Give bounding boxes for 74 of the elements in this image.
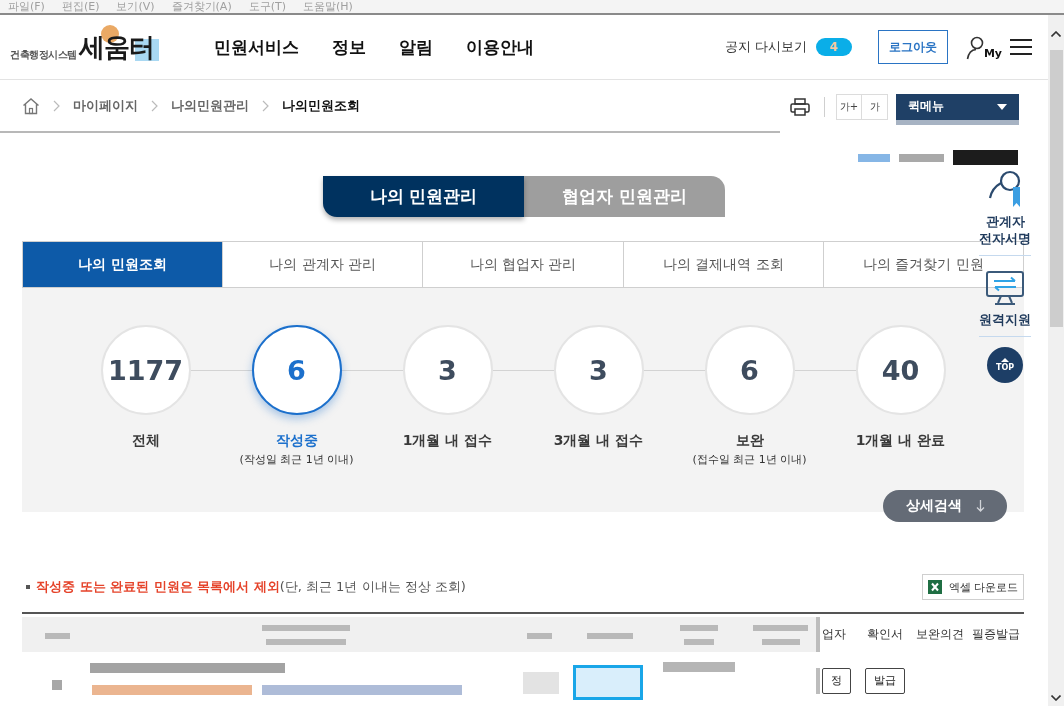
user-icon — [965, 36, 984, 60]
row-button[interactable]: 정 — [822, 667, 851, 694]
pixelated-text — [684, 639, 714, 645]
stat-label: 3개월 내 접수 — [553, 431, 644, 449]
redacted-block — [573, 665, 643, 700]
notice-count-badge: 4 — [815, 38, 852, 56]
pixelated-text — [680, 625, 718, 631]
logo-text[interactable]: 세움터 — [78, 31, 154, 63]
pixelated-text — [45, 633, 70, 639]
column-header: 필증발급 — [970, 626, 1021, 643]
redacted-block — [52, 680, 62, 690]
scroll-up-icon[interactable] — [1051, 31, 1061, 37]
stat-label: 1개월 내 접수 — [402, 431, 493, 449]
nav-link[interactable]: 알림 — [398, 35, 433, 59]
redacted-block — [523, 672, 559, 694]
pixelated-text — [762, 639, 800, 645]
column-header: 업자 — [821, 626, 847, 643]
bullet-icon — [26, 585, 30, 589]
stat-label: 1개월 내 완료 — [855, 431, 946, 449]
count-circle[interactable]: 6 — [704, 325, 795, 415]
chevron-icon — [262, 99, 269, 112]
stat-label: 보완 — [735, 431, 764, 449]
notice-text: 작성중 또는 완료된 민원은 목록에서 제외(단, 최근 1년 이내는 정상 조회) — [36, 578, 466, 596]
menu-button[interactable] — [1010, 39, 1032, 55]
menu-icon — [1010, 39, 1032, 55]
stat-note: (작성일 최근 1년 이내) — [239, 453, 354, 467]
monitor-icon[interactable] — [985, 270, 1025, 306]
count-circle[interactable]: 3 — [553, 325, 644, 415]
column-header: 보완의견 — [914, 626, 965, 643]
detail-search-button[interactable]: 상세검색 — [883, 490, 1007, 522]
redacted-block — [899, 153, 944, 162]
scrollbar[interactable] — [1048, 15, 1064, 706]
stat-note: (접수일 최근 1년 이내) — [692, 453, 807, 467]
pixelated-text — [753, 625, 808, 631]
nav-link[interactable]: 이용안내 — [465, 35, 534, 59]
logout-button[interactable]: 로그아웃 — [877, 30, 948, 64]
redacted-block — [858, 153, 890, 162]
count-circle[interactable]: 3 — [402, 325, 493, 415]
main-tab[interactable]: 나의 민원관리 — [323, 176, 524, 217]
quick-link[interactable]: 원격지원 — [979, 311, 1031, 328]
stat-label: 작성중 — [275, 431, 318, 449]
sub-tab[interactable]: 나의 민원조회 — [23, 242, 223, 287]
my-page-button[interactable]: My — [965, 34, 1002, 60]
count-circle[interactable]: 6 — [251, 325, 342, 415]
chevron-icon — [53, 99, 60, 112]
scrollbar-thumb[interactable] — [1049, 50, 1063, 327]
print-icon[interactable] — [790, 97, 810, 116]
chevron-icon — [151, 99, 158, 112]
redacted-block — [953, 150, 1018, 165]
pixelated-text — [587, 633, 633, 639]
nav-link[interactable]: 민원서비스 — [213, 35, 299, 59]
row-button[interactable]: 발급 — [865, 667, 905, 694]
count-circle[interactable]: 40 — [855, 325, 946, 415]
notice-link[interactable]: 공지 다시보기 — [724, 38, 807, 56]
redacted-block — [663, 662, 735, 672]
spreadsheet-icon — [927, 580, 942, 594]
nav-link[interactable]: 정보 — [331, 35, 366, 59]
redacted-block — [816, 668, 820, 694]
font-size-button[interactable]: 가+ — [836, 93, 862, 120]
breadcrumb-link[interactable]: 마이페이지 — [73, 96, 138, 115]
stat-label: 전체 — [131, 431, 160, 449]
up-arrow-icon — [1001, 358, 1009, 362]
breadcrumb-link[interactable]: 나의민원조회 — [282, 96, 360, 115]
arrow-down-icon — [975, 500, 985, 512]
home-icon[interactable] — [22, 96, 40, 115]
pixelated-text — [527, 633, 552, 639]
breadcrumb-link[interactable]: 나의민원관리 — [171, 96, 249, 115]
column-header: 확인서 — [866, 626, 904, 643]
scroll-down-icon[interactable] — [1051, 695, 1061, 701]
excel-download-button[interactable]: 엑셀 다운로드 — [922, 574, 1024, 600]
logo-subtitle: 건축행정시스템 — [10, 49, 77, 61]
font-size-button[interactable]: 가 — [862, 93, 888, 120]
caret-icon — [997, 103, 1007, 110]
count-circle[interactable]: 1177 — [100, 325, 191, 415]
